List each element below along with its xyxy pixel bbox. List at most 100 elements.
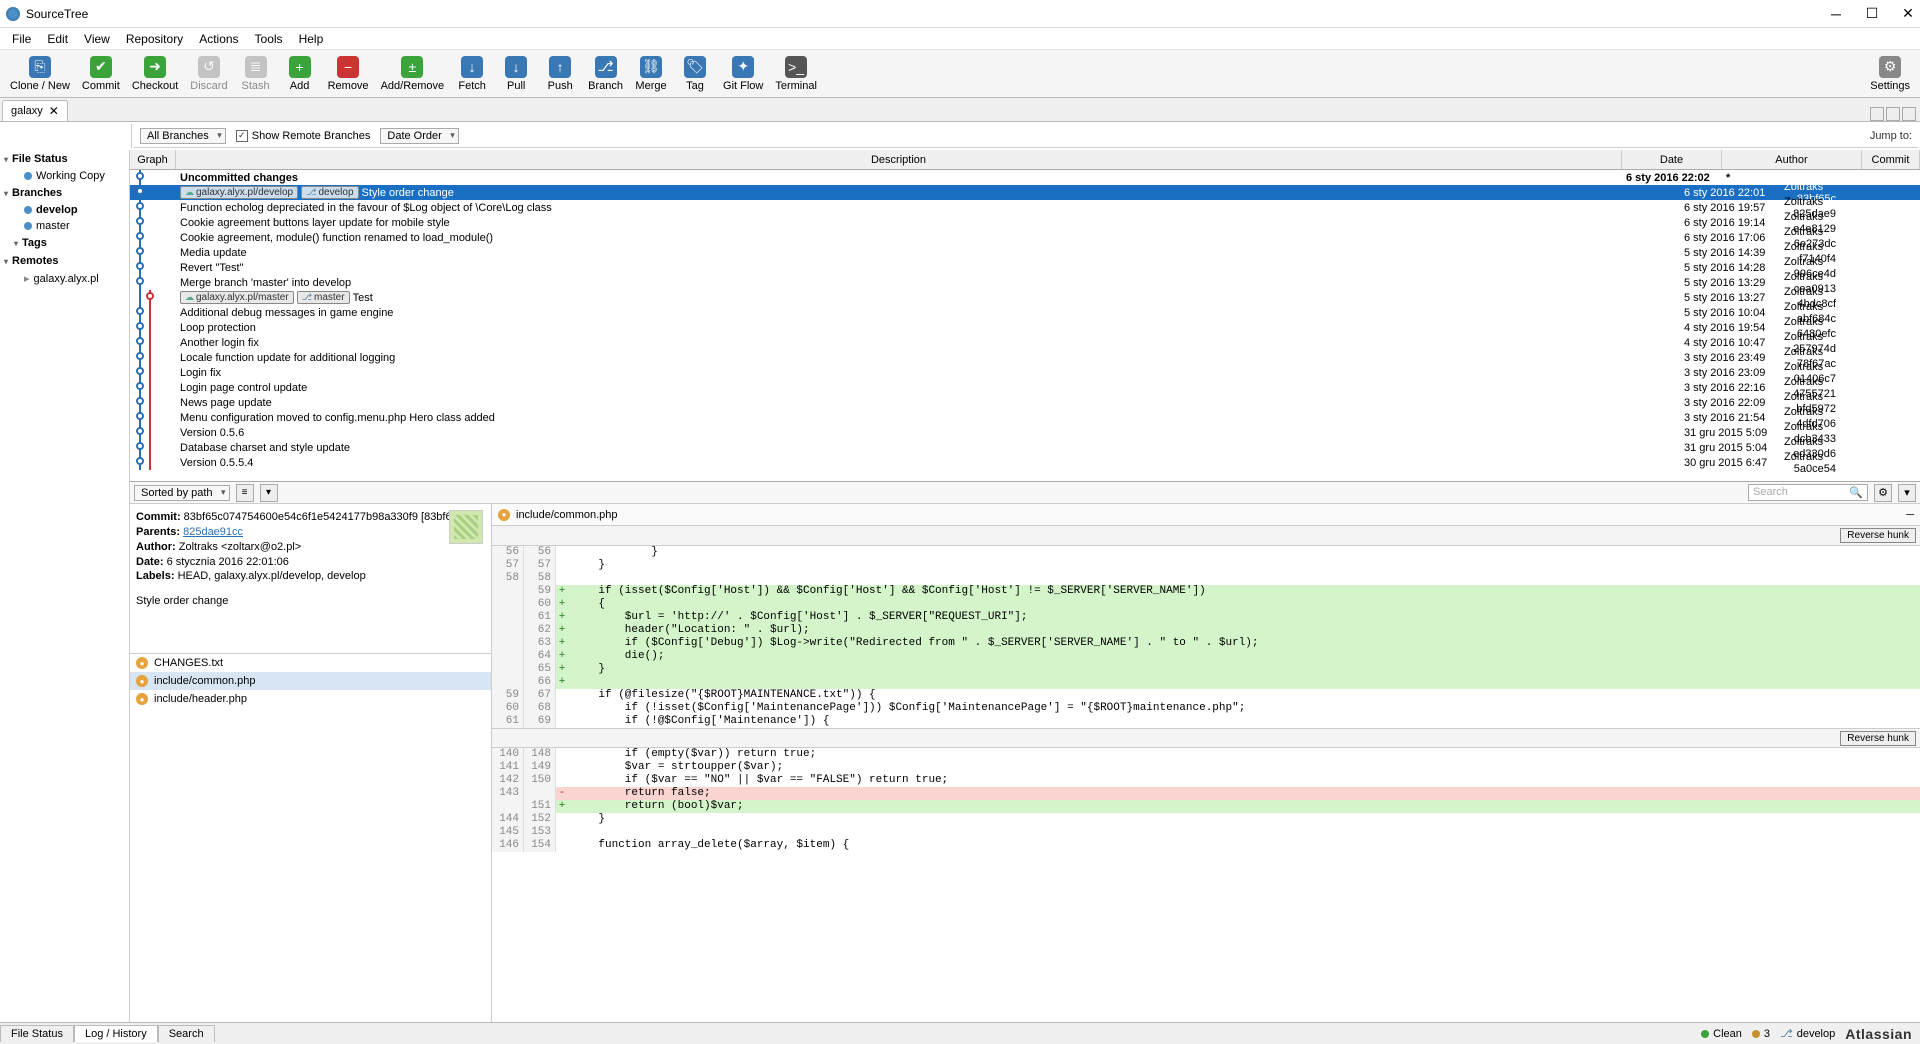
reverse-hunk-button[interactable]: Reverse hunk [1840, 731, 1916, 746]
col-date[interactable]: Date [1622, 150, 1722, 169]
desc-cell: Database charset and style update [176, 442, 1680, 454]
branch-develop[interactable]: develop [0, 202, 129, 218]
col-graph[interactable]: Graph [130, 150, 176, 169]
sort-dropdown[interactable]: Sorted by path [134, 485, 230, 501]
menu-actions[interactable]: Actions [191, 30, 246, 48]
repo-tab[interactable]: galaxy ✕ [2, 100, 68, 121]
commit-row[interactable]: Merge branch 'master' into develop 5 sty… [130, 275, 1920, 290]
commit-row[interactable]: Version 0.5.5.4 30 gru 2015 6:47 Zoltrak… [130, 455, 1920, 470]
maximize-button[interactable]: ☐ [1866, 8, 1878, 20]
push-button[interactable]: ↑Push [538, 52, 582, 96]
graph-cell [130, 335, 176, 350]
show-remote-checkbox[interactable]: ✓ Show Remote Branches [236, 130, 371, 142]
collapse-icon[interactable]: ─ [1906, 509, 1914, 521]
merge-button[interactable]: ⛓Merge [629, 52, 673, 96]
sidebar-remotes[interactable]: Remotes [0, 252, 129, 270]
view-mode-1[interactable] [1870, 107, 1884, 121]
diff-settings-more[interactable]: ▾ [1898, 484, 1916, 502]
commit-row[interactable]: Cookie agreement, module() function rena… [130, 230, 1920, 245]
close-button[interactable]: ✕ [1902, 8, 1914, 20]
commit-row[interactable]: Cookie agreement buttons layer update fo… [130, 215, 1920, 230]
tag-button[interactable]: 🏷Tag [673, 52, 717, 96]
file-item[interactable]: ●include/common.php [130, 672, 491, 690]
branch-master[interactable]: master [0, 218, 129, 234]
discard-button: ↺Discard [184, 52, 233, 96]
commit-row[interactable]: Media update 5 sty 2016 14:39 Zoltraks f… [130, 245, 1920, 260]
order-dropdown[interactable]: Date Order [380, 128, 458, 144]
view-mode-3[interactable] [1902, 107, 1916, 121]
status-pending[interactable]: 3 [1752, 1028, 1770, 1040]
reverse-hunk-button[interactable]: Reverse hunk [1840, 528, 1916, 543]
menu-view[interactable]: View [76, 30, 118, 48]
bottom-tab-file-status[interactable]: File Status [0, 1025, 74, 1042]
menu-repository[interactable]: Repository [118, 30, 191, 48]
file-item[interactable]: ●include/header.php [130, 690, 491, 708]
add-button[interactable]: +Add [278, 52, 322, 96]
diff-settings-button[interactable]: ⚙ [1874, 484, 1892, 502]
checkout-button[interactable]: ➜Checkout [126, 52, 184, 96]
commit-row[interactable]: Login page control update 3 sty 2016 22:… [130, 380, 1920, 395]
col-description[interactable]: Description [176, 150, 1622, 169]
commit-row[interactable]: Loop protection 4 sty 2016 19:54 Zoltrak… [130, 320, 1920, 335]
commit-row[interactable]: Another login fix 4 sty 2016 10:47 Zoltr… [130, 335, 1920, 350]
stash-icon: ≣ [245, 56, 267, 78]
col-author[interactable]: Author [1722, 150, 1862, 169]
close-icon[interactable]: ✕ [49, 104, 59, 118]
settings-button[interactable]: ⚙ Settings [1864, 52, 1916, 96]
file-item[interactable]: ●CHANGES.txt [130, 654, 491, 672]
commit-row[interactable]: Menu configuration moved to config.menu.… [130, 410, 1920, 425]
branch-icon [24, 206, 32, 214]
terminal-button[interactable]: >_Terminal [769, 52, 823, 96]
commit-row[interactable]: News page update 3 sty 2016 22:09 Zoltra… [130, 395, 1920, 410]
sidebar: File Status Working Copy Branches develo… [0, 150, 130, 1022]
repo-tabs: galaxy ✕ [0, 98, 1920, 122]
menu-help[interactable]: Help [291, 30, 332, 48]
commit-row[interactable]: Locale function update for additional lo… [130, 350, 1920, 365]
commit-row[interactable]: galaxy.alyx.pl/developdevelopStyle order… [130, 185, 1920, 200]
commit-row[interactable]: Revert "Test" 5 sty 2016 14:28 Zoltraks … [130, 260, 1920, 275]
graph-cell [130, 290, 176, 305]
tree-view-button[interactable]: ▾ [260, 484, 278, 502]
diff-content[interactable]: 5656 }5757 }5858 59+ if (isset($Config['… [492, 546, 1920, 1022]
commit-row[interactable]: Uncommitted changes 6 sty 2016 22:02 * [130, 170, 1920, 185]
bottom-tab-log-history[interactable]: Log / History [74, 1025, 158, 1042]
commit-row[interactable]: Version 0.5.6 31 gru 2015 5:09 Zoltraks … [130, 425, 1920, 440]
remove-button[interactable]: −Remove [322, 52, 375, 96]
pull-button[interactable]: ↓Pull [494, 52, 538, 96]
list-view-button[interactable]: ≡ [236, 484, 254, 502]
remote-item[interactable]: ▸galaxy.alyx.pl [0, 270, 129, 287]
commit-row[interactable]: Function echolog depreciated in the favo… [130, 200, 1920, 215]
ref-badge: master [297, 291, 350, 304]
commit-row[interactable]: galaxy.alyx.pl/mastermasterTest 5 sty 20… [130, 290, 1920, 305]
sidebar-working-copy[interactable]: Working Copy [0, 168, 129, 184]
commit-row[interactable]: Login fix 3 sty 2016 23:09 Zoltraks 0140… [130, 365, 1920, 380]
branch-button[interactable]: ⎇Branch [582, 52, 629, 96]
commit-button[interactable]: ✔Commit [76, 52, 126, 96]
add-remove-button[interactable]: ±Add/Remove [375, 52, 451, 96]
parent-link[interactable]: 825dae91cc [183, 526, 243, 538]
minimize-button[interactable]: ─ [1830, 8, 1842, 20]
status-branch[interactable]: ⎇develop [1780, 1027, 1835, 1040]
commit-table[interactable]: Uncommitted changes 6 sty 2016 22:02 * g… [130, 170, 1920, 482]
desc-cell: Loop protection [176, 322, 1680, 334]
branch-icon [24, 222, 32, 230]
desc-cell: Login page control update [176, 382, 1680, 394]
sidebar-tags[interactable]: Tags [0, 234, 129, 252]
search-input[interactable]: Search🔍 [1748, 484, 1868, 501]
view-mode-2[interactable] [1886, 107, 1900, 121]
fetch-button[interactable]: ↓Fetch [450, 52, 494, 96]
commit-row[interactable]: Database charset and style update 31 gru… [130, 440, 1920, 455]
git-flow-button[interactable]: ✦Git Flow [717, 52, 769, 96]
menu-tools[interactable]: Tools [247, 30, 291, 48]
ref-badge: galaxy.alyx.pl/develop [180, 186, 298, 199]
branch-filter-dropdown[interactable]: All Branches [140, 128, 226, 144]
bottom-tab-search[interactable]: Search [158, 1025, 215, 1042]
commit-row[interactable]: Additional debug messages in game engine… [130, 305, 1920, 320]
menu-file[interactable]: File [4, 30, 39, 48]
sidebar-branches[interactable]: Branches [0, 184, 129, 202]
col-commit[interactable]: Commit [1862, 150, 1920, 169]
author-avatar [449, 510, 483, 544]
clone-new-button[interactable]: ⎘Clone / New [4, 52, 76, 96]
sidebar-file-status[interactable]: File Status [0, 150, 129, 168]
menu-edit[interactable]: Edit [39, 30, 76, 48]
